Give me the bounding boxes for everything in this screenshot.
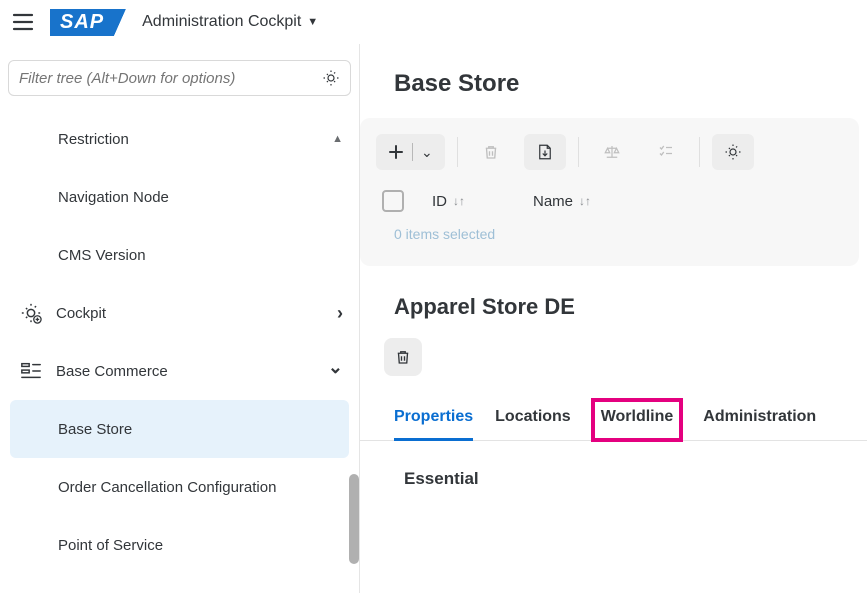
- app-menu[interactable]: Administration Cockpit ▼: [142, 13, 318, 31]
- sidebar: Restriction ▲ Navigation Node CMS Versio…: [0, 44, 360, 593]
- balance-icon: [603, 143, 621, 161]
- export-icon: [536, 143, 554, 161]
- sort-icon: ↓↑: [453, 194, 465, 208]
- col-head-name[interactable]: Name ↓↑: [533, 193, 591, 210]
- tab-properties[interactable]: Properties: [394, 400, 473, 440]
- tree-item-navigation-node[interactable]: Navigation Node: [0, 168, 359, 226]
- tab-locations[interactable]: Locations: [495, 400, 571, 440]
- tree-filter: [8, 60, 351, 96]
- sidebar-scrollbar[interactable]: [349, 474, 359, 564]
- tab-worldline[interactable]: Worldline: [593, 400, 682, 440]
- chevron-down-icon: ⌄: [421, 144, 433, 161]
- chevron-right-icon: [337, 303, 343, 324]
- delete-button: [470, 134, 512, 170]
- trash-icon: [482, 143, 500, 161]
- selection-status: 0 items selected: [376, 212, 843, 250]
- section-essential: Essential: [360, 441, 867, 489]
- plus-icon: [388, 144, 404, 160]
- list-toolbar-zone: ⌄: [360, 118, 859, 266]
- tree-item-point-of-service[interactable]: Point of Service: [0, 516, 359, 574]
- chevron-down-icon: [328, 361, 343, 382]
- caret-down-icon: ▼: [307, 16, 318, 28]
- tree-item-base-store[interactable]: Base Store: [10, 400, 349, 458]
- main-panel: Base Store ⌄: [360, 44, 867, 593]
- app-title-text: Administration Cockpit: [142, 13, 301, 31]
- add-button[interactable]: ⌄: [376, 134, 445, 170]
- gear-icon[interactable]: [322, 69, 340, 87]
- tree-item-cms-version[interactable]: CMS Version: [0, 226, 359, 284]
- tab-administration[interactable]: Administration: [703, 400, 816, 440]
- detail-tabs: Properties Locations Worldline Administr…: [360, 388, 867, 441]
- settings-button[interactable]: [712, 134, 754, 170]
- delete-detail-button[interactable]: [384, 338, 422, 376]
- sap-logo: SAP: [50, 9, 114, 36]
- hamburger-icon[interactable]: [12, 11, 34, 33]
- tree-item-order-cancellation-configuration[interactable]: Order Cancellation Configuration: [0, 458, 359, 516]
- checklist-icon: [657, 143, 675, 161]
- tree-item-restriction[interactable]: Restriction ▲: [0, 110, 359, 168]
- table-header: ID ↓↑ Name ↓↑: [376, 190, 843, 212]
- gear-plus-icon: [20, 302, 42, 324]
- chevron-up-icon: ▲: [332, 133, 343, 145]
- detail-title: Apparel Store DE: [360, 266, 867, 334]
- compare-button: [591, 134, 633, 170]
- col-head-id[interactable]: ID ↓↑: [432, 193, 465, 210]
- select-all-checkbox[interactable]: [382, 190, 404, 212]
- tree-item-cockpit[interactable]: Cockpit: [0, 284, 359, 342]
- page-title: Base Store: [360, 44, 867, 118]
- trash-icon: [394, 348, 412, 366]
- tree-item-base-commerce[interactable]: Base Commerce: [0, 342, 359, 400]
- sort-icon: ↓↑: [579, 194, 591, 208]
- commerce-icon: [20, 360, 42, 382]
- tree-filter-input[interactable]: [19, 70, 322, 87]
- bulk-edit-button: [645, 134, 687, 170]
- gear-icon: [724, 143, 742, 161]
- tree: Restriction ▲ Navigation Node CMS Versio…: [0, 104, 359, 593]
- export-button[interactable]: [524, 134, 566, 170]
